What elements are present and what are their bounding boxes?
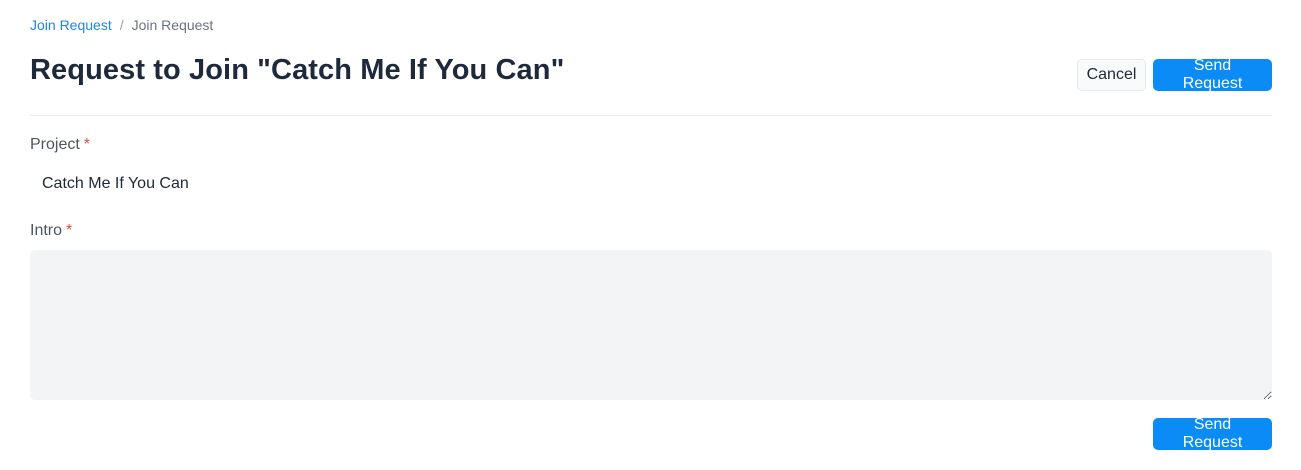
intro-label: Intro * (30, 221, 72, 241)
cancel-button[interactable]: Cancel (1077, 59, 1146, 91)
breadcrumb-link-join-request[interactable]: Join Request (30, 16, 112, 34)
send-request-button[interactable]: Send Request (1153, 57, 1272, 92)
send-request-button-bottom[interactable]: Send Request (1153, 416, 1272, 451)
intro-textarea[interactable] (30, 250, 1272, 400)
breadcrumb-current: Join Request (131, 17, 214, 33)
required-mark: * (66, 222, 73, 239)
project-label: Project * (30, 135, 90, 155)
project-value: Catch Me If You Can (42, 175, 189, 192)
footer-actions: Send Request (1153, 416, 1272, 451)
header-actions: Cancel Send Request (1077, 57, 1272, 92)
header-divider (30, 115, 1272, 116)
intro-label-text: Intro (30, 222, 63, 239)
project-label-text: Project (30, 136, 80, 153)
page-title: Request to Join "Catch Me If You Can" (30, 54, 565, 86)
breadcrumb: Join Request / Join Request (30, 16, 213, 34)
required-mark: * (83, 136, 91, 153)
breadcrumb-separator: / (119, 17, 124, 33)
join-request-page: Join Request / Join Request Request to J… (0, 0, 1301, 470)
